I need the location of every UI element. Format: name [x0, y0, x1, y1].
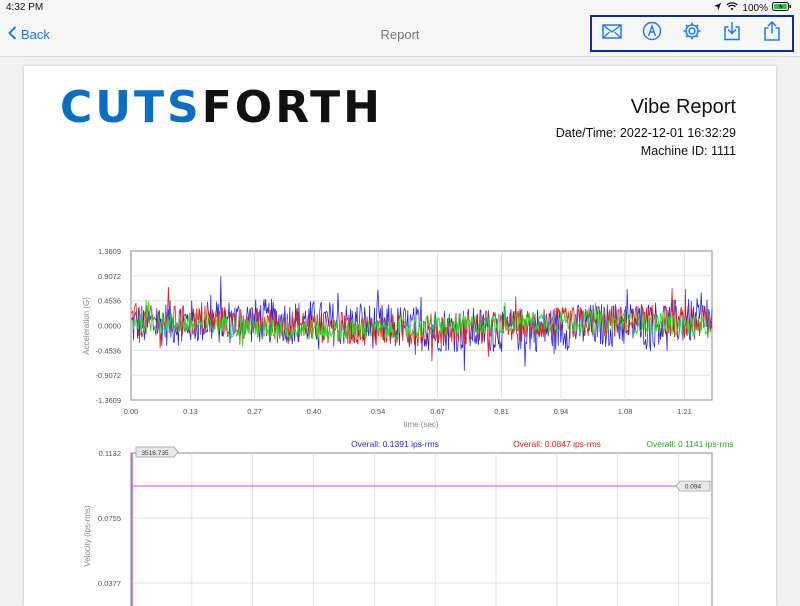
acceleration-y-tick: 0.4536: [98, 297, 121, 306]
acceleration-y-tick: 0.0000: [98, 322, 121, 331]
acceleration-x-tick: 1.08: [618, 407, 633, 416]
acceleration-y-tick: -0.4536: [96, 346, 121, 355]
share-button[interactable]: [761, 20, 783, 46]
cursor-x-tag[interactable]: 3516.735: [135, 446, 179, 458]
velocity-y-tick: 0.0755: [98, 514, 121, 523]
acceleration-x-tick: 1.21: [677, 407, 692, 416]
velocity-legend-item: Overall: 0.0847 ips-rms: [513, 439, 601, 449]
markup-button[interactable]: [641, 21, 663, 46]
wifi-icon: [726, 2, 739, 14]
acceleration-x-tick: 0.81: [494, 407, 509, 416]
acceleration-x-tick: 0.27: [247, 407, 262, 416]
location-icon: [713, 2, 722, 14]
acceleration-y-tick: -1.3609: [96, 396, 121, 405]
velocity-y-label: Velocity (ips-rms): [83, 505, 92, 567]
acceleration-y-tick: -0.9072: [96, 371, 121, 380]
cursor-y-tag[interactable]: 0.094: [675, 480, 711, 492]
acceleration-y-tick: 1.3609: [98, 247, 121, 256]
battery-icon: [772, 2, 792, 14]
gear-icon: [682, 21, 702, 46]
battery-percent: 100%: [742, 2, 768, 14]
velocity-y-tick: 0.1132: [99, 449, 121, 458]
velocity-legend-item: Overall: 0.1141 ips-rms: [646, 439, 733, 449]
acceleration-chart: 1.3609 0.9072 0.4536 0.0000 -0.4536 -0.9072 -1…: [82, 247, 713, 429]
report-page: CUTSFORTH Vibe Report Date/Time: 2022-12…: [24, 66, 776, 606]
velocity-y-tick: 0.0377: [98, 579, 121, 588]
status-indicators: 100%: [713, 2, 792, 14]
acceleration-x-tick: 0.40: [307, 407, 322, 416]
charts-area: 1.3609 0.9072 0.4536 0.0000 -0.4536 -0.9072 -1…: [82, 247, 734, 606]
mail-icon: [602, 23, 622, 44]
velocity-chart: Overall: 0.1391 ips-rms Overall: 0.0847 i…: [83, 439, 734, 606]
acceleration-x-tick: 0.67: [430, 407, 445, 416]
status-time: 4:32 PM: [6, 2, 44, 13]
download-icon: [723, 21, 741, 46]
acceleration-x-tick: 0.13: [183, 407, 198, 416]
download-button[interactable]: [721, 21, 743, 46]
acceleration-x-tick: 0.94: [554, 407, 569, 416]
acceleration-x-tick: 0.54: [371, 407, 386, 416]
velocity-legend-item: Overall: 0.1391 ips-rms: [351, 439, 439, 449]
status-bar: 4:32 PM 100%: [0, 0, 800, 16]
acceleration-y-tick: 0.9072: [98, 272, 121, 281]
report-toolbar: [590, 15, 794, 52]
settings-button[interactable]: [681, 21, 703, 46]
acceleration-x-label: time (sec): [403, 420, 438, 429]
cursor-y-value: 0.094: [685, 484, 702, 491]
markup-pen-icon: [642, 21, 662, 46]
acceleration-y-label: Acceleration (G): [82, 297, 91, 355]
email-button[interactable]: [601, 23, 623, 45]
cursor-x-value: 3516.735: [141, 450, 168, 457]
share-icon: [763, 20, 781, 46]
acceleration-x-tick: 0.00: [124, 407, 139, 416]
